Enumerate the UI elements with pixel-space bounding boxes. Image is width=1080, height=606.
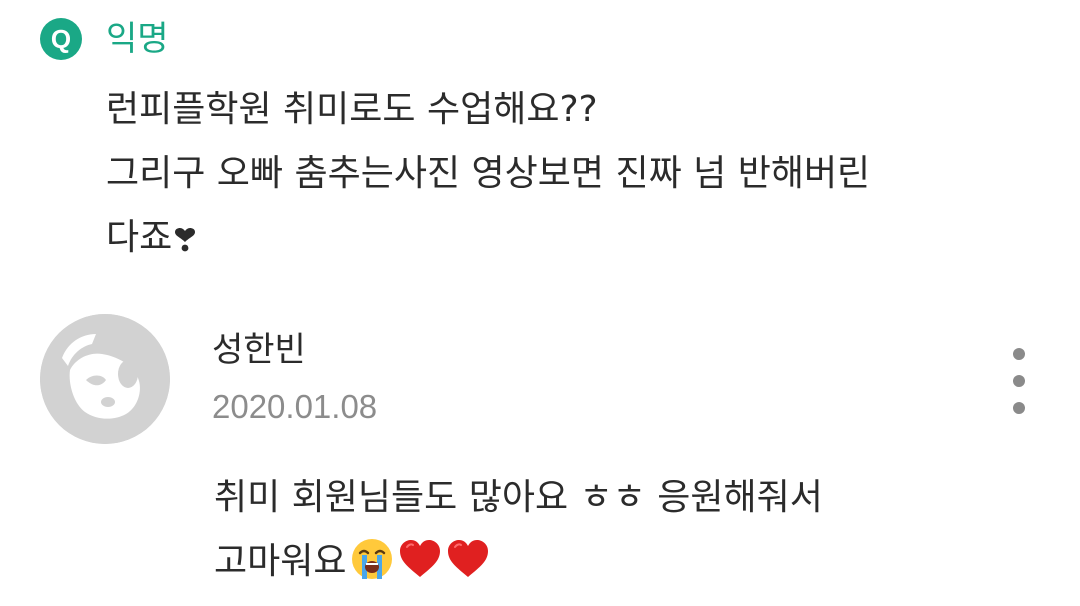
heart-exclamation-icon: [175, 228, 196, 252]
reply-author: 성한빈: [212, 330, 306, 370]
more-dot: [1013, 348, 1025, 360]
question-line-text: 다죠: [106, 217, 173, 258]
loudly-crying-face-icon: [352, 539, 393, 579]
question-header: Q 익명: [40, 14, 169, 64]
question-author: 익명: [106, 19, 169, 59]
reply-line: 취미 회원님들도 많아요 ㅎㅎ 응원해줘서: [214, 477, 823, 518]
question-line: 런피플학원 취미로도 수업해요??: [106, 89, 598, 130]
red-heart-icon: [448, 540, 489, 577]
reply-date: 2020.01.08: [212, 388, 378, 425]
question-line: 다죠: [106, 206, 1066, 270]
question-badge-icon: Q: [40, 18, 82, 60]
more-dot: [1013, 402, 1025, 414]
qna-page: Q 익명 런피플학원 취미로도 수업해요?? 그리구 오빠 춤추는사진 영상보면…: [0, 0, 1080, 606]
reply-line-text: 고마워요: [214, 541, 347, 582]
reply-line: 고마워요: [214, 530, 1044, 594]
reply-body: 취미 회원님들도 많아요 ㅎㅎ 응원해줘서 고마워요: [214, 466, 1044, 594]
red-heart-icon: [400, 540, 441, 577]
more-dot: [1013, 375, 1025, 387]
avatar[interactable]: [40, 314, 170, 444]
more-vertical-icon[interactable]: [1004, 348, 1034, 414]
question-line: 그리구 오빠 춤추는사진 영상보면 진짜 넘 반해버린: [106, 153, 871, 194]
default-profile-icon: [40, 314, 170, 444]
question-body: 런피플학원 취미로도 수업해요?? 그리구 오빠 춤추는사진 영상보면 진짜 넘…: [106, 78, 1066, 270]
